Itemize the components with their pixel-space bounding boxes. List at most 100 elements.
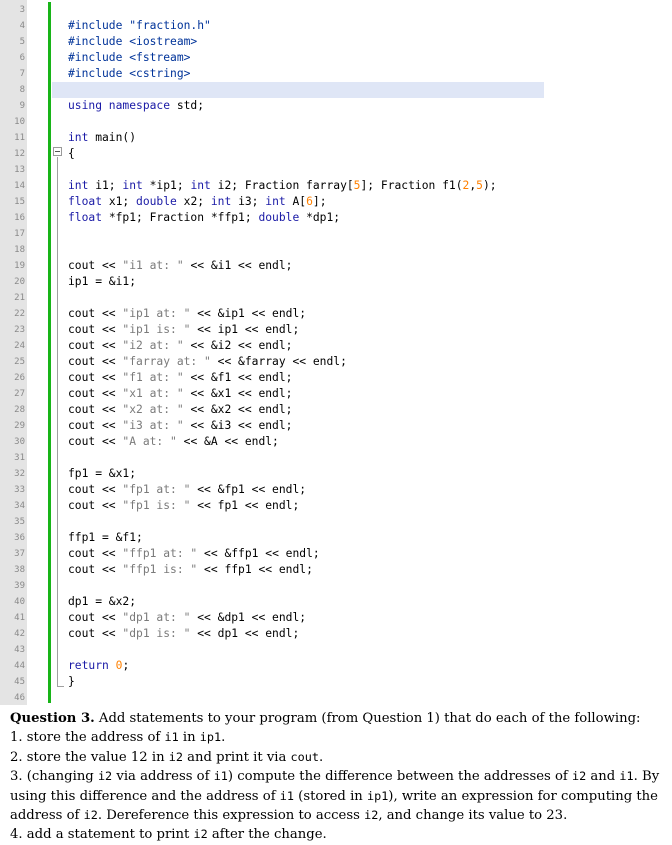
fold-guide (57, 157, 58, 687)
code-line[interactable]: 42 cout << "dp1 is: " << dp1 << endl; (0, 626, 672, 642)
code-text[interactable]: cout << "ffp1 at: " << &ffp1 << endl; (68, 546, 320, 562)
fold-collapse-icon[interactable] (53, 147, 62, 156)
code-line[interactable]: 20 ip1 = &i1; (0, 274, 672, 290)
code-line[interactable]: 22 cout << "ip1 at: " << &ip1 << endl; (0, 306, 672, 322)
code-text[interactable]: fp1 = &x1; (68, 466, 136, 482)
code-text[interactable]: float x1; double x2; int i3; int A[6]; (68, 194, 327, 210)
code-line[interactable]: 19 cout << "i1 at: " << &i1 << endl; (0, 258, 672, 274)
line-number: 44 (14, 661, 25, 671)
code-line[interactable]: 10 (0, 114, 672, 130)
code-line[interactable]: 18 (0, 242, 672, 258)
code-line[interactable]: 44 return 0; (0, 658, 672, 674)
code-line[interactable]: 15 float x1; double x2; int i3; int A[6]; (0, 194, 672, 210)
code-line[interactable]: 6 #include <fstream> (0, 50, 672, 66)
code-line[interactable]: 31 (0, 450, 672, 466)
line-number: 16 (14, 213, 25, 223)
code-line[interactable]: 40 dp1 = &x2; (0, 594, 672, 610)
code-line[interactable]: 41 cout << "dp1 at: " << &dp1 << endl; (0, 610, 672, 626)
code-text[interactable]: float *fp1; Fraction *ffp1; double *dp1; (68, 210, 340, 226)
line-number: 30 (14, 437, 25, 447)
code-text[interactable]: cout << "dp1 is: " << dp1 << endl; (68, 626, 299, 642)
code-editor[interactable]: 3 4 #include "fraction.h" 5 #include <iostre… (0, 0, 672, 705)
code-text[interactable]: { (68, 146, 75, 162)
code-text[interactable]: cout << "f1 at: " << &f1 << endl; (68, 370, 292, 386)
code-line[interactable]: 45} (0, 674, 672, 690)
line-number: 42 (14, 629, 25, 639)
line-number: 39 (14, 581, 25, 591)
code-line[interactable]: 7 #include <cstring> (0, 66, 672, 82)
code-line[interactable]: 24 cout << "i2 at: " << &i2 << endl; (0, 338, 672, 354)
code-text[interactable]: cout << "A at: " << &A << endl; (68, 434, 279, 450)
code-text[interactable]: dp1 = &x2; (68, 594, 136, 610)
code-line[interactable]: 37 cout << "ffp1 at: " << &ffp1 << endl; (0, 546, 672, 562)
code-text[interactable]: using namespace std; (68, 98, 204, 114)
code-line[interactable]: 21 (0, 290, 672, 306)
code-text[interactable]: cout << "ip1 is: " << ip1 << endl; (68, 322, 299, 338)
code-line[interactable]: 34 cout << "fp1 is: " << fp1 << endl; (0, 498, 672, 514)
code-line[interactable]: 13 (0, 162, 672, 178)
line-number: 29 (14, 421, 25, 431)
code-line[interactable]: 32 fp1 = &x1; (0, 466, 672, 482)
line-number: 22 (14, 309, 25, 319)
line-number: 4 (19, 21, 25, 31)
code-line[interactable]: 4 #include "fraction.h" (0, 18, 672, 34)
code-text[interactable]: cout << "farray at: " << &farray << endl… (68, 354, 347, 370)
line-number: 26 (14, 373, 25, 383)
code-text[interactable]: cout << "i3 at: " << &i3 << endl; (68, 418, 292, 434)
code-line[interactable]: 12 { (0, 146, 672, 162)
code-line[interactable]: 28 cout << "x2 at: " << &x2 << endl; (0, 402, 672, 418)
code-text[interactable]: #include <iostream> (68, 34, 197, 50)
code-line[interactable]: 30 cout << "A at: " << &A << endl; (0, 434, 672, 450)
code-line[interactable]: 9 using namespace std; (0, 98, 672, 114)
code-line[interactable]: 23 cout << "ip1 is: " << ip1 << endl; (0, 322, 672, 338)
code-text[interactable]: cout << "i1 at: " << &i1 << endl; (68, 258, 292, 274)
code-line[interactable]: 27 cout << "x1 at: " << &x1 << endl; (0, 386, 672, 402)
code-line[interactable]: 5 #include <iostream> (0, 34, 672, 50)
code-text[interactable]: cout << "fp1 at: " << &fp1 << endl; (68, 482, 306, 498)
line-number: 3 (19, 5, 25, 15)
line-number: 12 (14, 149, 25, 159)
code-text[interactable]: #include <fstream> (68, 50, 190, 66)
code-text[interactable]: #include <cstring> (68, 66, 190, 82)
code-line[interactable]: 33 cout << "fp1 at: " << &fp1 << endl; (0, 482, 672, 498)
code-text[interactable]: ffp1 = &f1; (68, 530, 143, 546)
code-text[interactable]: } (68, 674, 75, 690)
code-line[interactable]: 26 cout << "f1 at: " << &f1 << endl; (0, 370, 672, 386)
code-line[interactable]: 3 (0, 2, 672, 18)
line-number: 46 (14, 693, 25, 703)
code-text[interactable]: cout << "ip1 at: " << &ip1 << endl; (68, 306, 306, 322)
question-intro: Question 3. Add statements to your progr… (10, 710, 662, 728)
code-line[interactable]: 43 (0, 642, 672, 658)
code-line[interactable]: 16 float *fp1; Fraction *ffp1; double *dp… (0, 210, 672, 226)
question-item: 1. store the address of i1 in ip1. (10, 730, 226, 746)
code-line[interactable]: 36 ffp1 = &f1; (0, 530, 672, 546)
current-line-highlight (52, 82, 544, 98)
code-line[interactable]: 38 cout << "ffp1 is: " << ffp1 << endl; (0, 562, 672, 578)
code-text[interactable]: cout << "dp1 at: " << &dp1 << endl; (68, 610, 306, 626)
code-line[interactable]: 14 int i1; int *ip1; int i2; Fraction far… (0, 178, 672, 194)
code-line[interactable]: 11 int main() (0, 130, 672, 146)
line-number: 40 (14, 597, 25, 607)
code-line[interactable]: 8 (0, 82, 672, 98)
code-text[interactable]: cout << "x1 at: " << &x1 << endl; (68, 386, 292, 402)
code-line[interactable]: 39 (0, 578, 672, 594)
code-line[interactable]: 46 (0, 690, 672, 706)
line-number: 24 (14, 341, 25, 351)
code-text[interactable]: #include "fraction.h" (68, 18, 211, 34)
code-line[interactable]: 25 cout << "farray at: " << &farray << en… (0, 354, 672, 370)
line-number: 25 (14, 357, 25, 367)
code-line[interactable]: 35 (0, 514, 672, 530)
code-text[interactable]: cout << "ffp1 is: " << ffp1 << endl; (68, 562, 313, 578)
code-text[interactable]: cout << "x2 at: " << &x2 << endl; (68, 402, 292, 418)
code-text[interactable]: return 0; (68, 658, 129, 674)
code-text[interactable]: int i1; int *ip1; int i2; Fraction farra… (68, 178, 497, 194)
code-line[interactable]: 29 cout << "i3 at: " << &i3 << endl; (0, 418, 672, 434)
code-text[interactable]: ip1 = &i1; (68, 274, 136, 290)
line-number: 37 (14, 549, 25, 559)
code-text[interactable]: int main() (68, 130, 136, 146)
line-number: 19 (14, 261, 25, 271)
line-number: 31 (14, 453, 25, 463)
code-line[interactable]: 17 (0, 226, 672, 242)
code-text[interactable]: cout << "i2 at: " << &i2 << endl; (68, 338, 292, 354)
code-text[interactable]: cout << "fp1 is: " << fp1 << endl; (68, 498, 299, 514)
